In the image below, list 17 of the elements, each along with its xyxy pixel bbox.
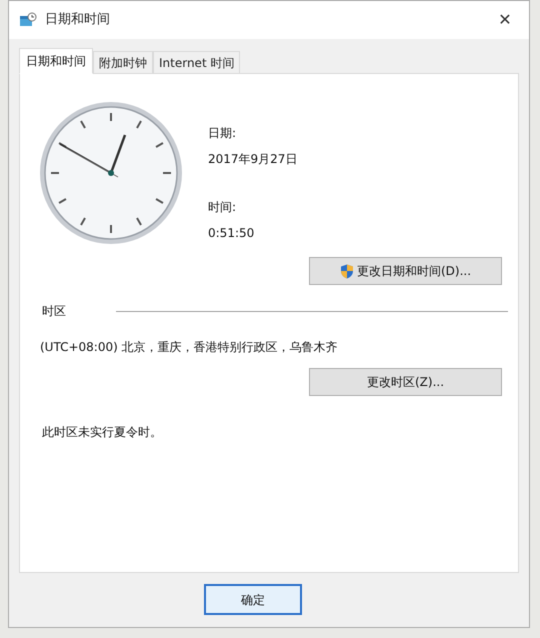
time-value: 0:51:50	[208, 225, 256, 242]
date-label: 日期:	[208, 125, 238, 142]
time-label: 时间:	[208, 199, 238, 216]
app-icon	[19, 12, 37, 28]
dst-note: 此时区未实行夏令时。	[42, 424, 162, 441]
tab[interactable]: 日期和时间	[19, 48, 93, 74]
window-title: 日期和时间	[45, 11, 110, 30]
shield-icon	[340, 264, 354, 278]
tab[interactable]: Internet 时间	[153, 51, 240, 73]
change-timezone-button[interactable]: 更改时区(Z)...	[309, 368, 502, 396]
timezone-value: (UTC+08:00) 北京，重庆，香港特别行政区，乌鲁木齐	[40, 339, 338, 356]
close-button[interactable]: ✕	[491, 6, 519, 34]
section-heading: 时区	[42, 303, 66, 320]
ok-button[interactable]: 确定	[204, 584, 302, 615]
change-date-time-button[interactable]: 更改日期和时间(D)...	[309, 257, 502, 285]
tab[interactable]: 附加时钟	[93, 51, 153, 73]
date-value: 2017年9月27日	[208, 151, 298, 168]
